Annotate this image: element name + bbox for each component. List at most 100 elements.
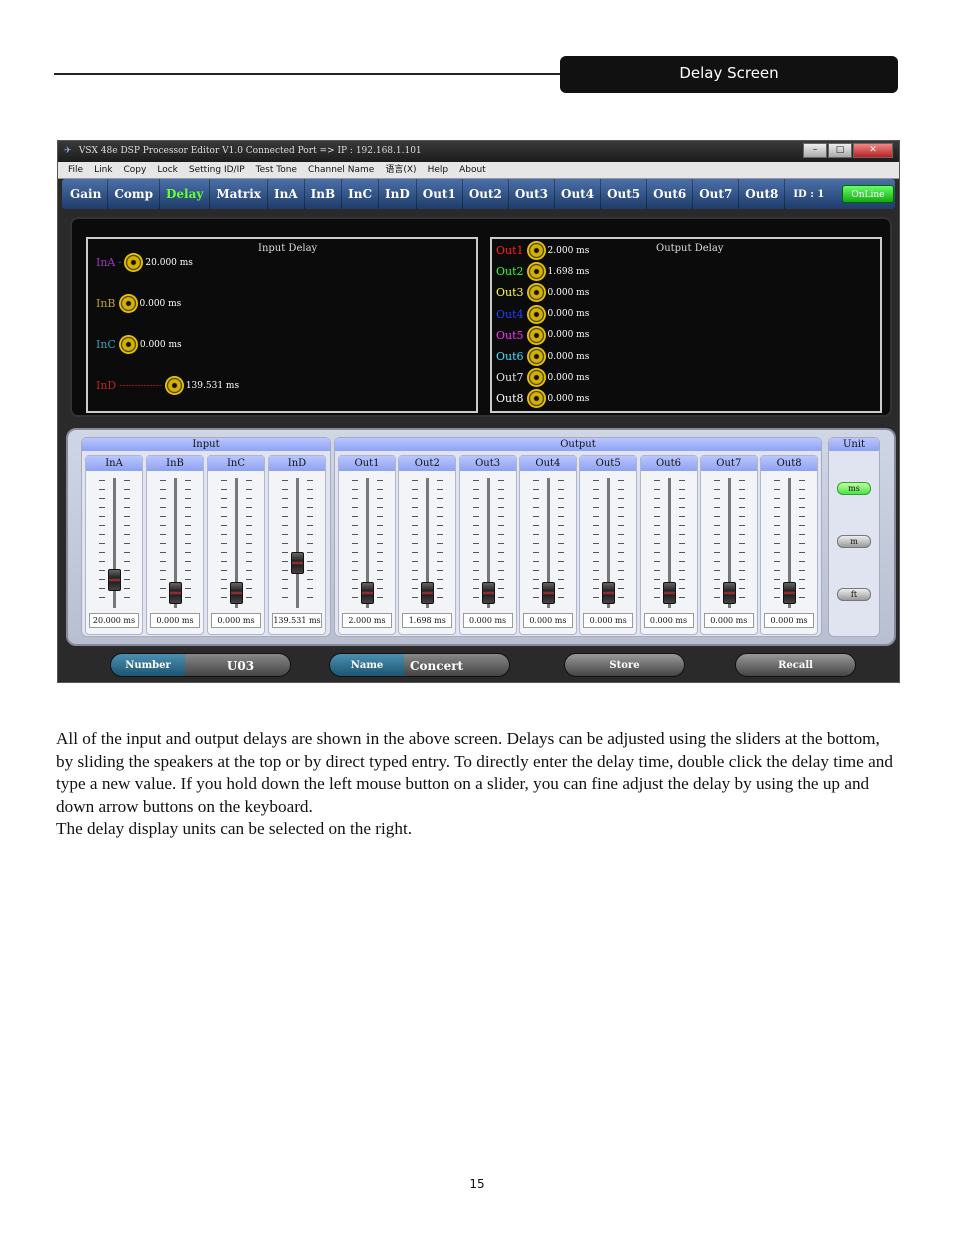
minimize-icon[interactable]: – (803, 143, 827, 158)
input-delay-title: Input Delay (258, 243, 318, 254)
unit-button-m[interactable]: m (837, 535, 871, 548)
output-delay-value[interactable]: 0.000 ms (548, 352, 590, 362)
fader-value-field[interactable]: 20.000 ms (89, 613, 139, 628)
slider-panel: Input InA 20.000 ms InB 0.000 ms InC 0.000 ms… (66, 428, 896, 646)
menu-item-x[interactable]: 语言(X) (385, 162, 416, 178)
menu-item-lock[interactable]: Lock (157, 162, 178, 178)
speaker-icon[interactable] (526, 347, 546, 366)
speaker-icon[interactable] (526, 389, 546, 409)
menu-item-copy[interactable]: Copy (124, 162, 147, 178)
preset-name-field[interactable]: Name Concert Preset (329, 653, 510, 677)
fader-handle[interactable] (169, 582, 182, 604)
tab-out1[interactable]: Out1 (417, 179, 463, 209)
menu-item-about[interactable]: About (459, 162, 486, 178)
fader-value-field[interactable]: 139.531 ms (272, 613, 322, 628)
recall-button[interactable]: Recall (735, 653, 856, 677)
speaker-icon[interactable] (164, 376, 184, 395)
fader-value-field[interactable]: 0.000 ms (583, 613, 634, 628)
fader-handle[interactable] (662, 582, 676, 604)
fader-scale (185, 480, 191, 606)
tab-ind[interactable]: InD (379, 179, 417, 209)
fader-value-field[interactable]: 0.000 ms (462, 613, 513, 628)
speaker-icon[interactable] (526, 283, 546, 303)
output-delay-value[interactable]: 0.000 ms (548, 288, 590, 298)
fader-handle[interactable] (602, 582, 616, 604)
unit-button-ms[interactable]: ms (837, 482, 871, 495)
input-delay-value[interactable]: 0.000 ms (140, 340, 182, 350)
fader-scale (307, 480, 313, 606)
fader-value-field[interactable]: 1.698 ms (402, 613, 453, 628)
window-title: VSX 48e DSP Processor Editor V1.0 Connec… (78, 146, 422, 156)
body-paragraph-1: All of the input and output delays are s… (56, 729, 893, 816)
output-delay-value[interactable]: 0.000 ms (548, 394, 590, 404)
output-delay-name: Out3 (496, 286, 524, 300)
tab-out7[interactable]: Out7 (693, 179, 740, 209)
speaker-icon[interactable] (526, 368, 546, 388)
fader-scale (557, 480, 564, 606)
tab-out5[interactable]: Out5 (601, 179, 648, 209)
tab-ina[interactable]: InA (268, 179, 305, 209)
speaker-icon[interactable] (526, 325, 546, 345)
close-icon[interactable]: ✕ (853, 143, 893, 158)
fader-value-field[interactable]: 0.000 ms (643, 613, 694, 628)
menu-item-file[interactable]: File (68, 162, 83, 178)
fader-handle[interactable] (783, 582, 797, 604)
fader-handle[interactable] (230, 582, 243, 604)
fader-handle[interactable] (361, 582, 374, 604)
fader-scale (472, 480, 479, 606)
output-delay-value[interactable]: 2.000 ms (548, 246, 590, 256)
fader-strip-ina: InA 20.000 ms (85, 455, 143, 635)
fader-value-field[interactable]: 0.000 ms (211, 613, 261, 628)
fader-handle[interactable] (722, 582, 736, 604)
fader-label: Out4 (519, 456, 576, 471)
tab-out6[interactable]: Out6 (647, 179, 694, 209)
output-delay-value[interactable]: 0.000 ms (548, 309, 590, 319)
tab-delay[interactable]: Delay (160, 179, 211, 209)
fader-handle[interactable] (481, 582, 495, 604)
tab-out8[interactable]: Out8 (739, 179, 786, 209)
speaker-icon[interactable] (118, 335, 138, 354)
speaker-icon[interactable] (526, 262, 546, 282)
fader-value-field[interactable]: 0.000 ms (764, 613, 815, 628)
tab-out2[interactable]: Out2 (463, 179, 509, 209)
fader-track[interactable] (296, 478, 299, 608)
menu-item-setting-id-ip[interactable]: Setting ID/IP (189, 162, 245, 178)
tab-gain[interactable]: Gain (64, 179, 109, 209)
output-delay-row: Out6 0.000 ms (496, 347, 589, 366)
input-delay-value[interactable]: 0.000 ms (140, 299, 182, 309)
preset-number-field[interactable]: Number U03 (110, 653, 291, 677)
fader-handle[interactable] (291, 551, 304, 574)
menu-item-link[interactable]: Link (94, 162, 112, 178)
input-delay-value[interactable]: 20.000 ms (145, 258, 193, 268)
menu-item-test-tone[interactable]: Test Tone (256, 162, 297, 178)
fader-value-field[interactable]: 0.000 ms (522, 613, 573, 628)
menu-item-help[interactable]: Help (428, 162, 449, 178)
output-delay-value[interactable]: 1.698 ms (548, 267, 590, 277)
input-delay-value[interactable]: 139.531 ms (186, 381, 239, 391)
fader-handle[interactable] (421, 582, 435, 604)
output-delay-value[interactable]: 0.000 ms (548, 373, 590, 383)
store-button[interactable]: Store (564, 653, 685, 677)
tab-matrix[interactable]: Matrix (210, 179, 268, 209)
online-button[interactable]: OnLine (842, 185, 894, 203)
fader-value-field[interactable]: 2.000 ms (342, 613, 392, 628)
fader-value-field[interactable]: 0.000 ms (703, 613, 754, 628)
maximize-icon[interactable]: □ (828, 143, 852, 158)
fader-scale (412, 480, 419, 606)
tab-inc[interactable]: InC (342, 179, 379, 209)
tab-inb[interactable]: InB (305, 179, 343, 209)
menu-item-channel-name[interactable]: Channel Name (308, 162, 374, 178)
speaker-icon[interactable] (526, 304, 546, 324)
unit-button-ft[interactable]: ft (837, 588, 871, 601)
tab-comp[interactable]: Comp (108, 179, 160, 209)
speaker-icon[interactable] (118, 294, 138, 313)
speaker-icon[interactable] (526, 241, 546, 260)
fader-value-field[interactable]: 0.000 ms (150, 613, 200, 628)
output-delay-name: Out2 (496, 265, 524, 279)
output-delay-value[interactable]: 0.000 ms (548, 330, 590, 340)
tab-out3[interactable]: Out3 (509, 179, 555, 209)
fader-handle[interactable] (541, 582, 555, 604)
speaker-icon[interactable] (124, 253, 144, 272)
tab-out4[interactable]: Out4 (555, 179, 602, 209)
fader-handle[interactable] (108, 569, 121, 592)
